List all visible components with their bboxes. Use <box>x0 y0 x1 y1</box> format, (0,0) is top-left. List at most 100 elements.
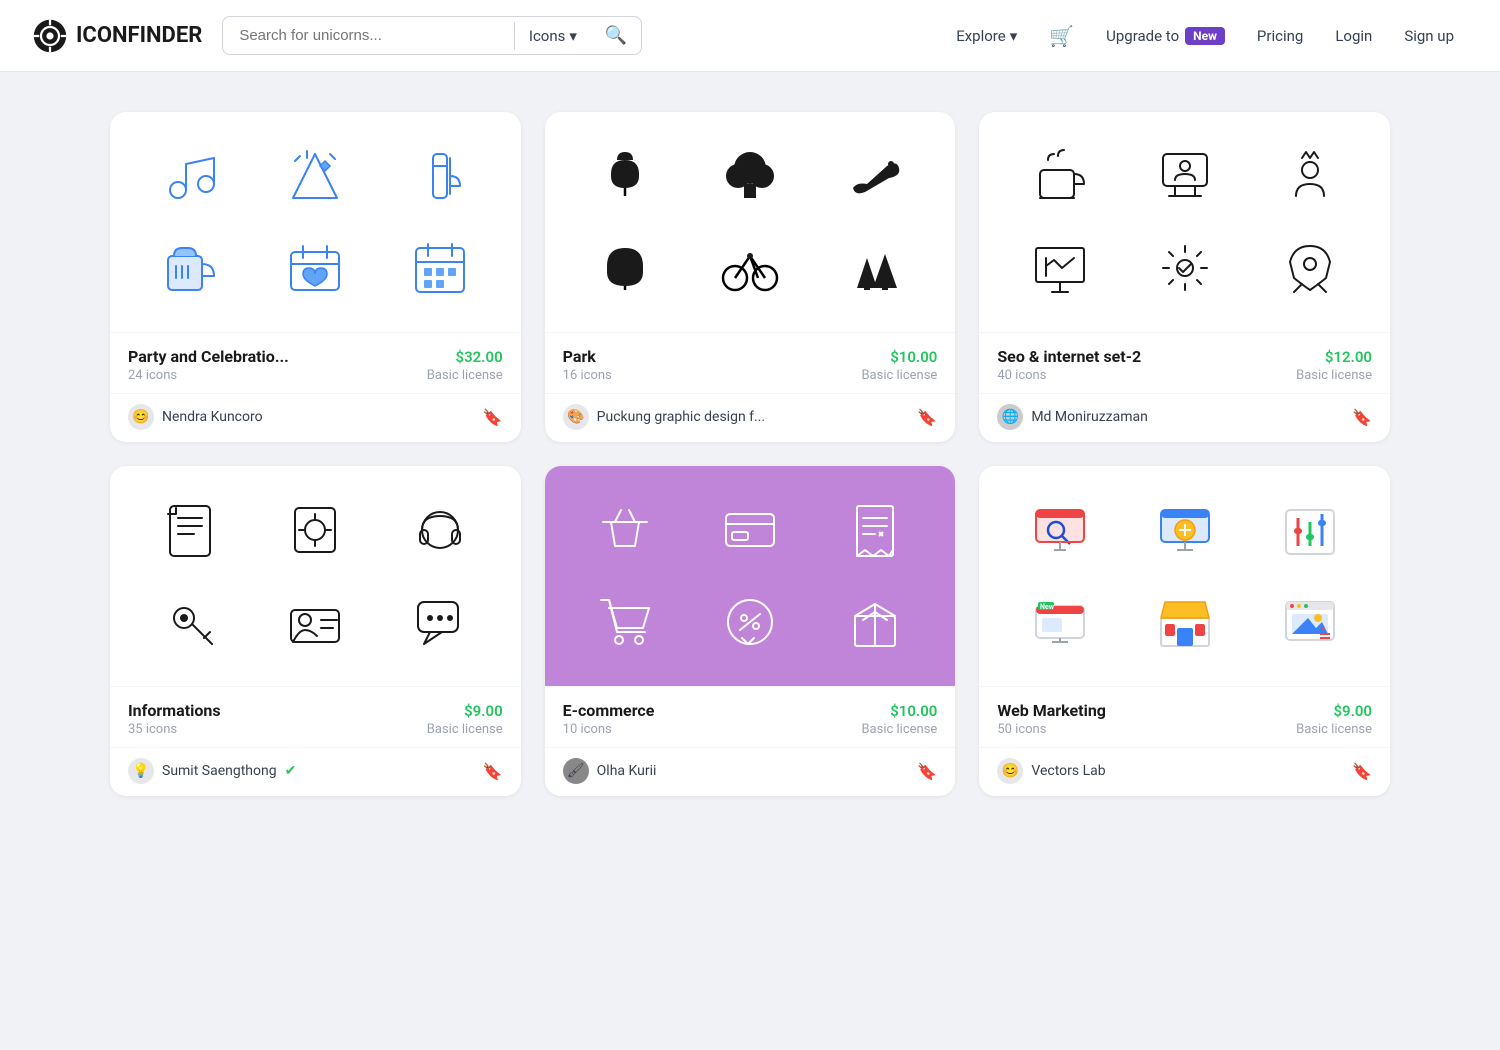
icon-bike <box>710 228 790 308</box>
card-title: Seo & internet set-2 <box>997 347 1141 366</box>
card-license: Basic license <box>1296 368 1372 383</box>
search-input[interactable] <box>223 17 514 54</box>
logo-icon <box>32 18 68 54</box>
card-info-park: Park $10.00 16 icons Basic license <box>545 332 956 393</box>
logo[interactable]: ICONFINDER <box>32 18 202 54</box>
icon-music <box>150 136 230 216</box>
author-name: Md Moniruzzaman <box>1031 409 1148 425</box>
author-avatar: 🌐 <box>997 404 1023 430</box>
author-avatar: 😊 <box>128 404 154 430</box>
icon-magic <box>275 136 355 216</box>
icon-design-monitor <box>1145 490 1225 570</box>
bookmark-icon[interactable]: 🔖 <box>483 762 503 781</box>
card-price: $32.00 <box>456 348 503 366</box>
icon-headset <box>400 490 480 570</box>
card-title: Park <box>563 347 596 366</box>
bookmark-icon[interactable]: 🔖 <box>1352 762 1372 781</box>
svg-text:New: New <box>1040 603 1055 611</box>
icon-monitor-person <box>1145 136 1225 216</box>
icon-search-monitor <box>1020 490 1100 570</box>
icon-gear-settings <box>275 490 355 570</box>
card-title: E-commerce <box>563 701 655 720</box>
card-count: 50 icons <box>997 722 1046 737</box>
card-info-ecommerce: E-commerce $10.00 10 icons Basic license <box>545 686 956 747</box>
icon-heart-card <box>275 228 355 308</box>
icon-coffee <box>1020 136 1100 216</box>
author-name: Nendra Kuncoro <box>162 409 263 425</box>
nav-explore[interactable]: Explore ▾ <box>942 19 1031 53</box>
new-badge: New <box>1185 27 1225 45</box>
card-preview-party <box>110 112 521 332</box>
icon-sprout <box>585 228 665 308</box>
icon-receipt <box>835 490 915 570</box>
card-title: Informations <box>128 701 221 720</box>
icon-beer <box>150 228 230 308</box>
icon-gear-check <box>1145 228 1225 308</box>
icon-tulip <box>585 136 665 216</box>
card-title: Web Marketing <box>997 701 1106 720</box>
card-count: 16 icons <box>563 368 612 383</box>
search-type-dropdown[interactable]: Icons ▾ <box>515 27 591 45</box>
author-name: Olha Kurii <box>597 763 657 779</box>
author-name: Vectors Lab <box>1031 763 1105 779</box>
icon-discount-tag <box>710 582 790 662</box>
author-info: 😊 Vectors Lab <box>997 758 1105 784</box>
author-name: Sumit Saengthong <box>162 763 277 779</box>
author-avatar: 😊 <box>997 758 1023 784</box>
card-webmarketing[interactable]: New <box>979 466 1390 796</box>
logo-text: ICONFINDER <box>76 23 202 48</box>
icon-sets-grid: Party and Celebratio... $32.00 24 icons … <box>110 112 1390 796</box>
nav-pricing[interactable]: Pricing <box>1243 19 1317 53</box>
icon-presentation <box>1020 228 1100 308</box>
card-author-informations: 💡 Sumit Saengthong ✔ 🔖 <box>110 747 521 796</box>
bookmark-icon[interactable]: 🔖 <box>917 408 937 427</box>
card-ecommerce[interactable]: E-commerce $10.00 10 icons Basic license… <box>545 466 956 796</box>
verified-icon: ✔ <box>285 763 297 779</box>
icon-cart <box>585 582 665 662</box>
card-info-seo: Seo & internet set-2 $12.00 40 icons Bas… <box>979 332 1390 393</box>
card-count: 24 icons <box>128 368 177 383</box>
icon-equalizer <box>1270 490 1350 570</box>
bookmark-icon[interactable]: 🔖 <box>1352 408 1372 427</box>
main-nav: Explore ▾ 🛒 Upgrade to New Pricing Login… <box>942 16 1468 56</box>
author-avatar: 💡 <box>128 758 154 784</box>
icon-bottle <box>400 136 480 216</box>
card-preview-informations <box>110 466 521 686</box>
card-count: 10 icons <box>563 722 612 737</box>
bookmark-icon[interactable]: 🔖 <box>917 762 937 781</box>
card-park[interactable]: Park $10.00 16 icons Basic license 🎨 Puc… <box>545 112 956 442</box>
card-informations[interactable]: Informations $9.00 35 icons Basic licens… <box>110 466 521 796</box>
nav-upgrade[interactable]: Upgrade to New <box>1092 19 1239 53</box>
nav-cart[interactable]: 🛒 <box>1035 16 1088 56</box>
author-info: 🌐 Md Moniruzzaman <box>997 404 1148 430</box>
icon-credit-card <box>710 490 790 570</box>
card-info-informations: Informations $9.00 35 icons Basic licens… <box>110 686 521 747</box>
card-price: $12.00 <box>1325 348 1372 366</box>
nav-signup[interactable]: Sign up <box>1390 19 1468 53</box>
search-button[interactable]: 🔍 <box>591 25 641 46</box>
icon-trees <box>835 228 915 308</box>
card-license: Basic license <box>1296 722 1372 737</box>
header: ICONFINDER Icons ▾ 🔍 Explore ▾ 🛒 Upgrade… <box>0 0 1500 72</box>
nav-login[interactable]: Login <box>1321 19 1386 53</box>
card-title: Party and Celebratio... <box>128 347 289 366</box>
author-info: 🎨 Puckung graphic design f... <box>563 404 765 430</box>
search-icon: 🔍 <box>605 25 627 45</box>
card-preview-seo <box>979 112 1390 332</box>
card-count: 40 icons <box>997 368 1046 383</box>
icon-rocket <box>1270 228 1350 308</box>
card-price: $9.00 <box>1333 702 1372 720</box>
card-author-ecommerce: 🖌 Olha Kurii 🔖 <box>545 747 956 796</box>
icon-bush <box>710 136 790 216</box>
card-party[interactable]: Party and Celebratio... $32.00 24 icons … <box>110 112 521 442</box>
card-seo[interactable]: Seo & internet set-2 $12.00 40 icons Bas… <box>979 112 1390 442</box>
chevron-down-icon: ▾ <box>569 27 577 45</box>
card-author-webmarketing: 😊 Vectors Lab 🔖 <box>979 747 1390 796</box>
card-license: Basic license <box>861 722 937 737</box>
icon-crown-person <box>1270 136 1350 216</box>
bookmark-icon[interactable]: 🔖 <box>483 408 503 427</box>
author-avatar: 🎨 <box>563 404 589 430</box>
icon-storefront <box>1145 582 1225 662</box>
card-price: $10.00 <box>890 348 937 366</box>
author-name: Puckung graphic design f... <box>597 409 765 425</box>
